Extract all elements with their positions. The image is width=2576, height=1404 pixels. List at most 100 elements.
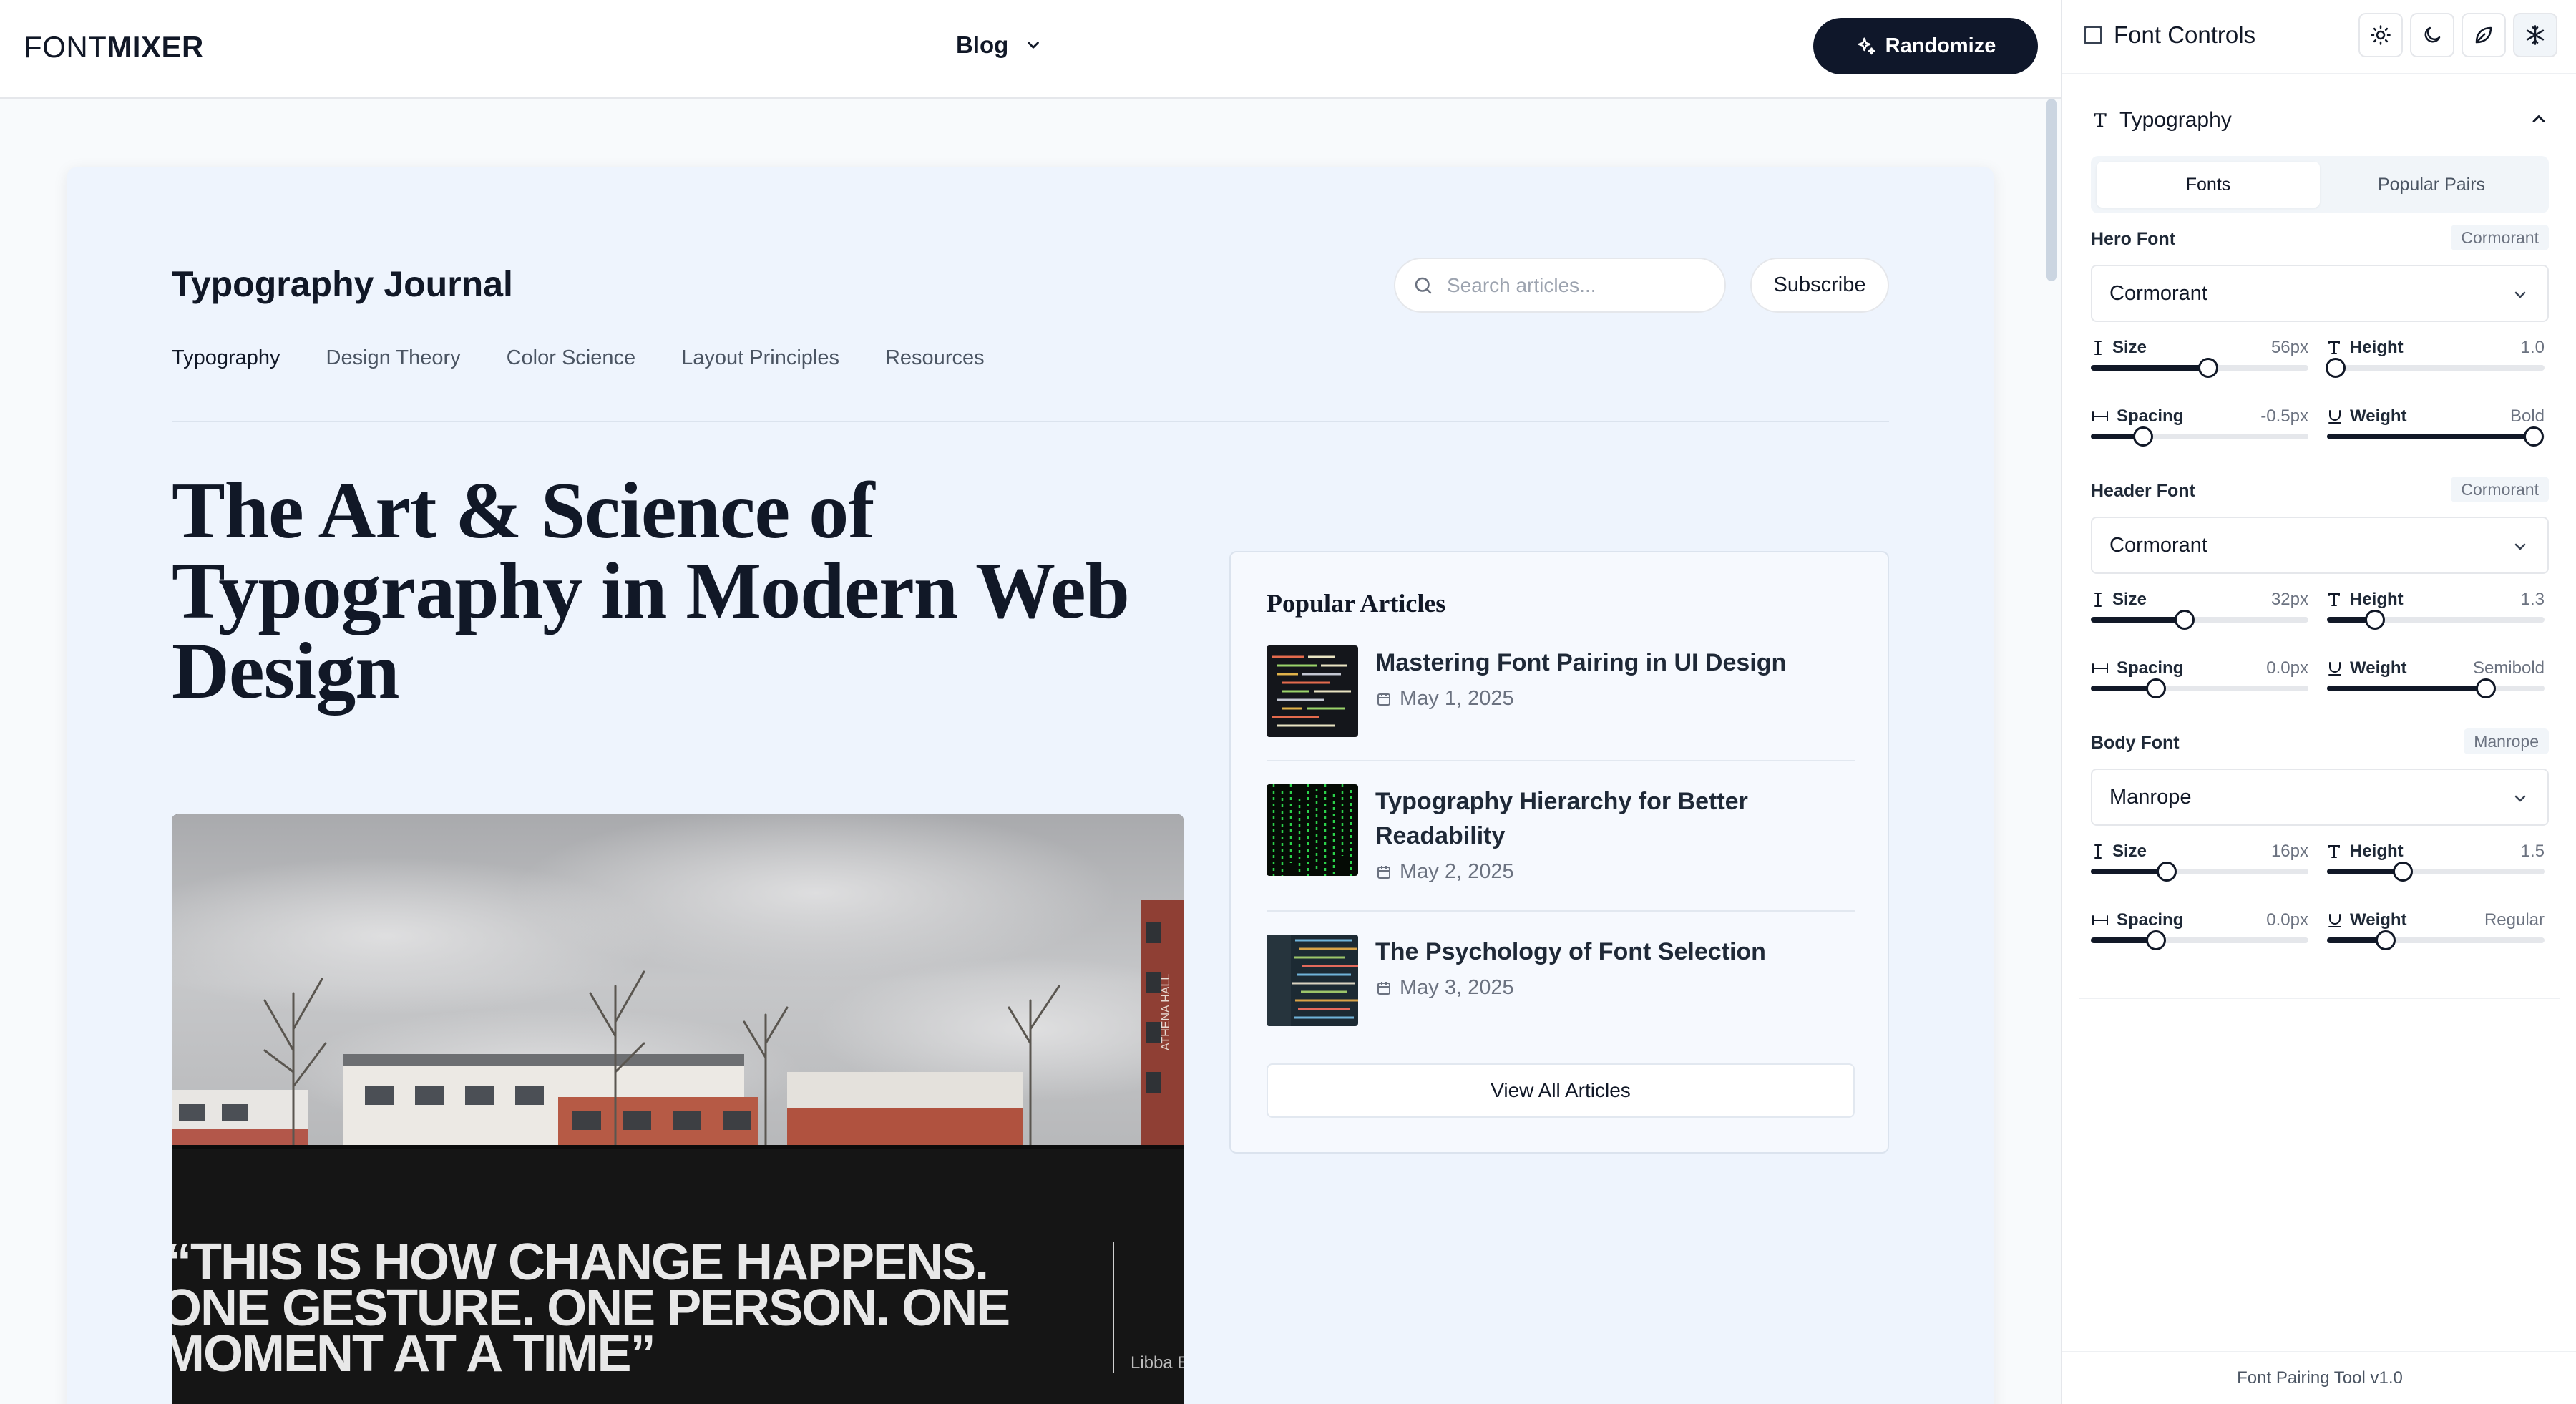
hero-font-spacing-label: Spacing [2117, 406, 2184, 426]
article-title[interactable]: Typography Hierarchy for Better Readabil… [1375, 784, 1848, 853]
body-font-spacing-slider-handle[interactable] [2146, 930, 2167, 950]
header-font-height-slider-handle[interactable] [2364, 610, 2385, 630]
hero-font-size-value: 56px [2270, 338, 2308, 357]
font-weight-icon [2328, 914, 2341, 927]
randomize-button[interactable]: Randomize [1813, 18, 2038, 74]
typography-section-header[interactable]: Typography [2091, 106, 2549, 135]
header-font-weight-slider-handle[interactable] [2475, 678, 2496, 698]
popular-articles-title: Popular Articles [1267, 589, 1446, 618]
hero-font-weight-slider-handle[interactable] [2523, 426, 2544, 447]
body-font-spacing-control: Spacing 0.0px [2091, 910, 2308, 953]
nav-divider [172, 421, 1889, 422]
hero-font-height-label-wrap: Height [2327, 338, 2404, 358]
main-scrollbar[interactable] [2046, 99, 2057, 281]
hero-image: ATHENA HALL “THIS IS HOW CHANGE HAPPENS.… [172, 814, 1184, 1404]
chevron-up-icon[interactable] [2529, 109, 2549, 129]
body-font-select[interactable]: Manrope [2091, 769, 2549, 826]
chevron-down-icon [2514, 795, 2526, 802]
header-font-weight-value: Semibold [2472, 658, 2545, 678]
blog-menu-label: Blog [956, 31, 1009, 58]
header-font-spacing-control: Spacing 0.0px [2091, 658, 2308, 701]
hero-font-size-control: Size 56px [2091, 338, 2308, 381]
calendar-icon [1377, 981, 1390, 995]
header-font-height-slider[interactable] [2327, 610, 2545, 630]
header-font-spacing-value: 0.0px [2266, 658, 2308, 678]
header-font-size-label-wrap: Size [2091, 590, 2147, 610]
panel-footer: Font Pairing Tool v1.0 [2062, 1351, 2576, 1404]
body-font-selected-value: Manrope [2109, 785, 2192, 809]
article-title[interactable]: The Psychology of Font Selection [1375, 935, 1848, 969]
body-font-spacing-slider[interactable] [2091, 930, 2308, 950]
theme-winter-button[interactable] [2513, 13, 2557, 57]
nav-item-color-science[interactable]: Color Science [507, 346, 636, 370]
hero-font-spacing-value: -0.5px [2260, 406, 2308, 426]
hero-font-weight-slider[interactable] [2327, 426, 2545, 447]
body-font-height-slider[interactable] [2327, 862, 2545, 882]
header-font-weight-label: Weight [2350, 658, 2407, 678]
header-font-size-slider-handle[interactable] [2174, 610, 2195, 630]
header-font-group: Header Font Cormorant Cormorant Size 32px Hei… [2091, 477, 2549, 698]
header-font-spacing-slider[interactable] [2091, 678, 2308, 698]
header-font-size-slider[interactable] [2091, 610, 2308, 630]
hero-font-spacing-slider[interactable] [2091, 426, 2308, 447]
tab-fonts[interactable]: Fonts [2097, 162, 2320, 208]
type-icon [2094, 113, 2107, 127]
theme-dark-button[interactable] [2410, 13, 2454, 57]
app-logo[interactable]: FONTMIXER [24, 30, 204, 64]
hero-font-height-slider[interactable] [2326, 358, 2545, 378]
header-font-height-control: Height 1.3 [2327, 590, 2545, 633]
sparkles-icon [1858, 37, 1875, 54]
hero-font-size-slider[interactable] [2091, 358, 2308, 378]
blog-menu-dropdown[interactable]: Blog [956, 31, 1043, 59]
header-font-select[interactable]: Cormorant [2091, 517, 2549, 574]
hero-font-size-slider-handle[interactable] [2198, 358, 2219, 378]
logo-bold: MIXER [107, 30, 204, 64]
nav-item-resources[interactable]: Resources [885, 346, 985, 370]
body-font-height-slider-fill [2327, 869, 2404, 874]
article-date: May 2, 2025 [1375, 860, 1514, 884]
body-font-height-slider-handle[interactable] [2393, 862, 2414, 882]
calendar-icon [1377, 692, 1390, 706]
hero-font-height-slider-handle[interactable] [2326, 358, 2346, 378]
header-font-weight-control: Weight Semibold [2327, 658, 2545, 701]
body-font-group: Body Font Manrope Manrope Size 16px Height 1.5… [2091, 728, 2549, 950]
hero-font-spacing-slider-handle[interactable] [2132, 426, 2153, 447]
body-font-weight-slider-handle[interactable] [2376, 930, 2396, 950]
panel-header: Font Controls [2062, 0, 2576, 72]
calendar-icon [1377, 865, 1390, 879]
nav-item-design-theory[interactable]: Design Theory [326, 346, 461, 370]
hero-font-height-label: Height [2350, 338, 2404, 357]
leaf-icon [2475, 26, 2492, 44]
article-date: May 1, 2025 [1375, 687, 1514, 711]
nav-item-layout-principles[interactable]: Layout Principles [681, 346, 839, 370]
randomize-label: Randomize [1885, 34, 1996, 57]
building-sign: ATHENA HALL [1160, 974, 1172, 1050]
header-font-weight-slider[interactable] [2327, 678, 2545, 698]
body-font-size-label-wrap: Size [2091, 842, 2147, 862]
article-date-text: May 2, 2025 [1400, 860, 1514, 883]
text-height-icon [2328, 593, 2340, 606]
view-all-articles-button[interactable]: View All Articles [1267, 1063, 1855, 1118]
header-font-height-label-wrap: Height [2327, 590, 2404, 610]
body-font-weight-slider[interactable] [2327, 930, 2545, 950]
search-input[interactable] [1445, 273, 1703, 298]
article-title[interactable]: Mastering Font Pairing in UI Design [1375, 645, 1848, 680]
hero-font-size-label: Size [2112, 338, 2147, 357]
nav-item-typography[interactable]: Typography [172, 346, 280, 370]
theme-nature-button[interactable] [2462, 13, 2506, 57]
font-tabs: Fonts Popular Pairs [2091, 156, 2549, 213]
hero-font-select[interactable]: Cormorant [2091, 265, 2549, 322]
body-font-size-value: 16px [2270, 842, 2308, 861]
search-box[interactable] [1394, 258, 1726, 313]
theme-light-button[interactable] [2358, 13, 2403, 57]
image-quote-line-3: MOMENT AT A TIME” [172, 1325, 655, 1383]
panel-toggle-checkbox[interactable] [2084, 26, 2102, 44]
body-font-size-slider-handle[interactable] [2157, 862, 2177, 882]
header-font-spacing-slider-handle[interactable] [2146, 678, 2167, 698]
body-font-size-slider[interactable] [2091, 862, 2308, 882]
subscribe-button[interactable]: Subscribe [1750, 258, 1889, 313]
hero-font-group: Hero Font Cormorant Cormorant Size 56px Heigh… [2091, 225, 2549, 447]
panel-section-divider [2079, 998, 2560, 999]
body-font-size-slider-fill [2091, 869, 2167, 874]
tab-popular-pairs[interactable]: Popular Pairs [2320, 162, 2543, 208]
